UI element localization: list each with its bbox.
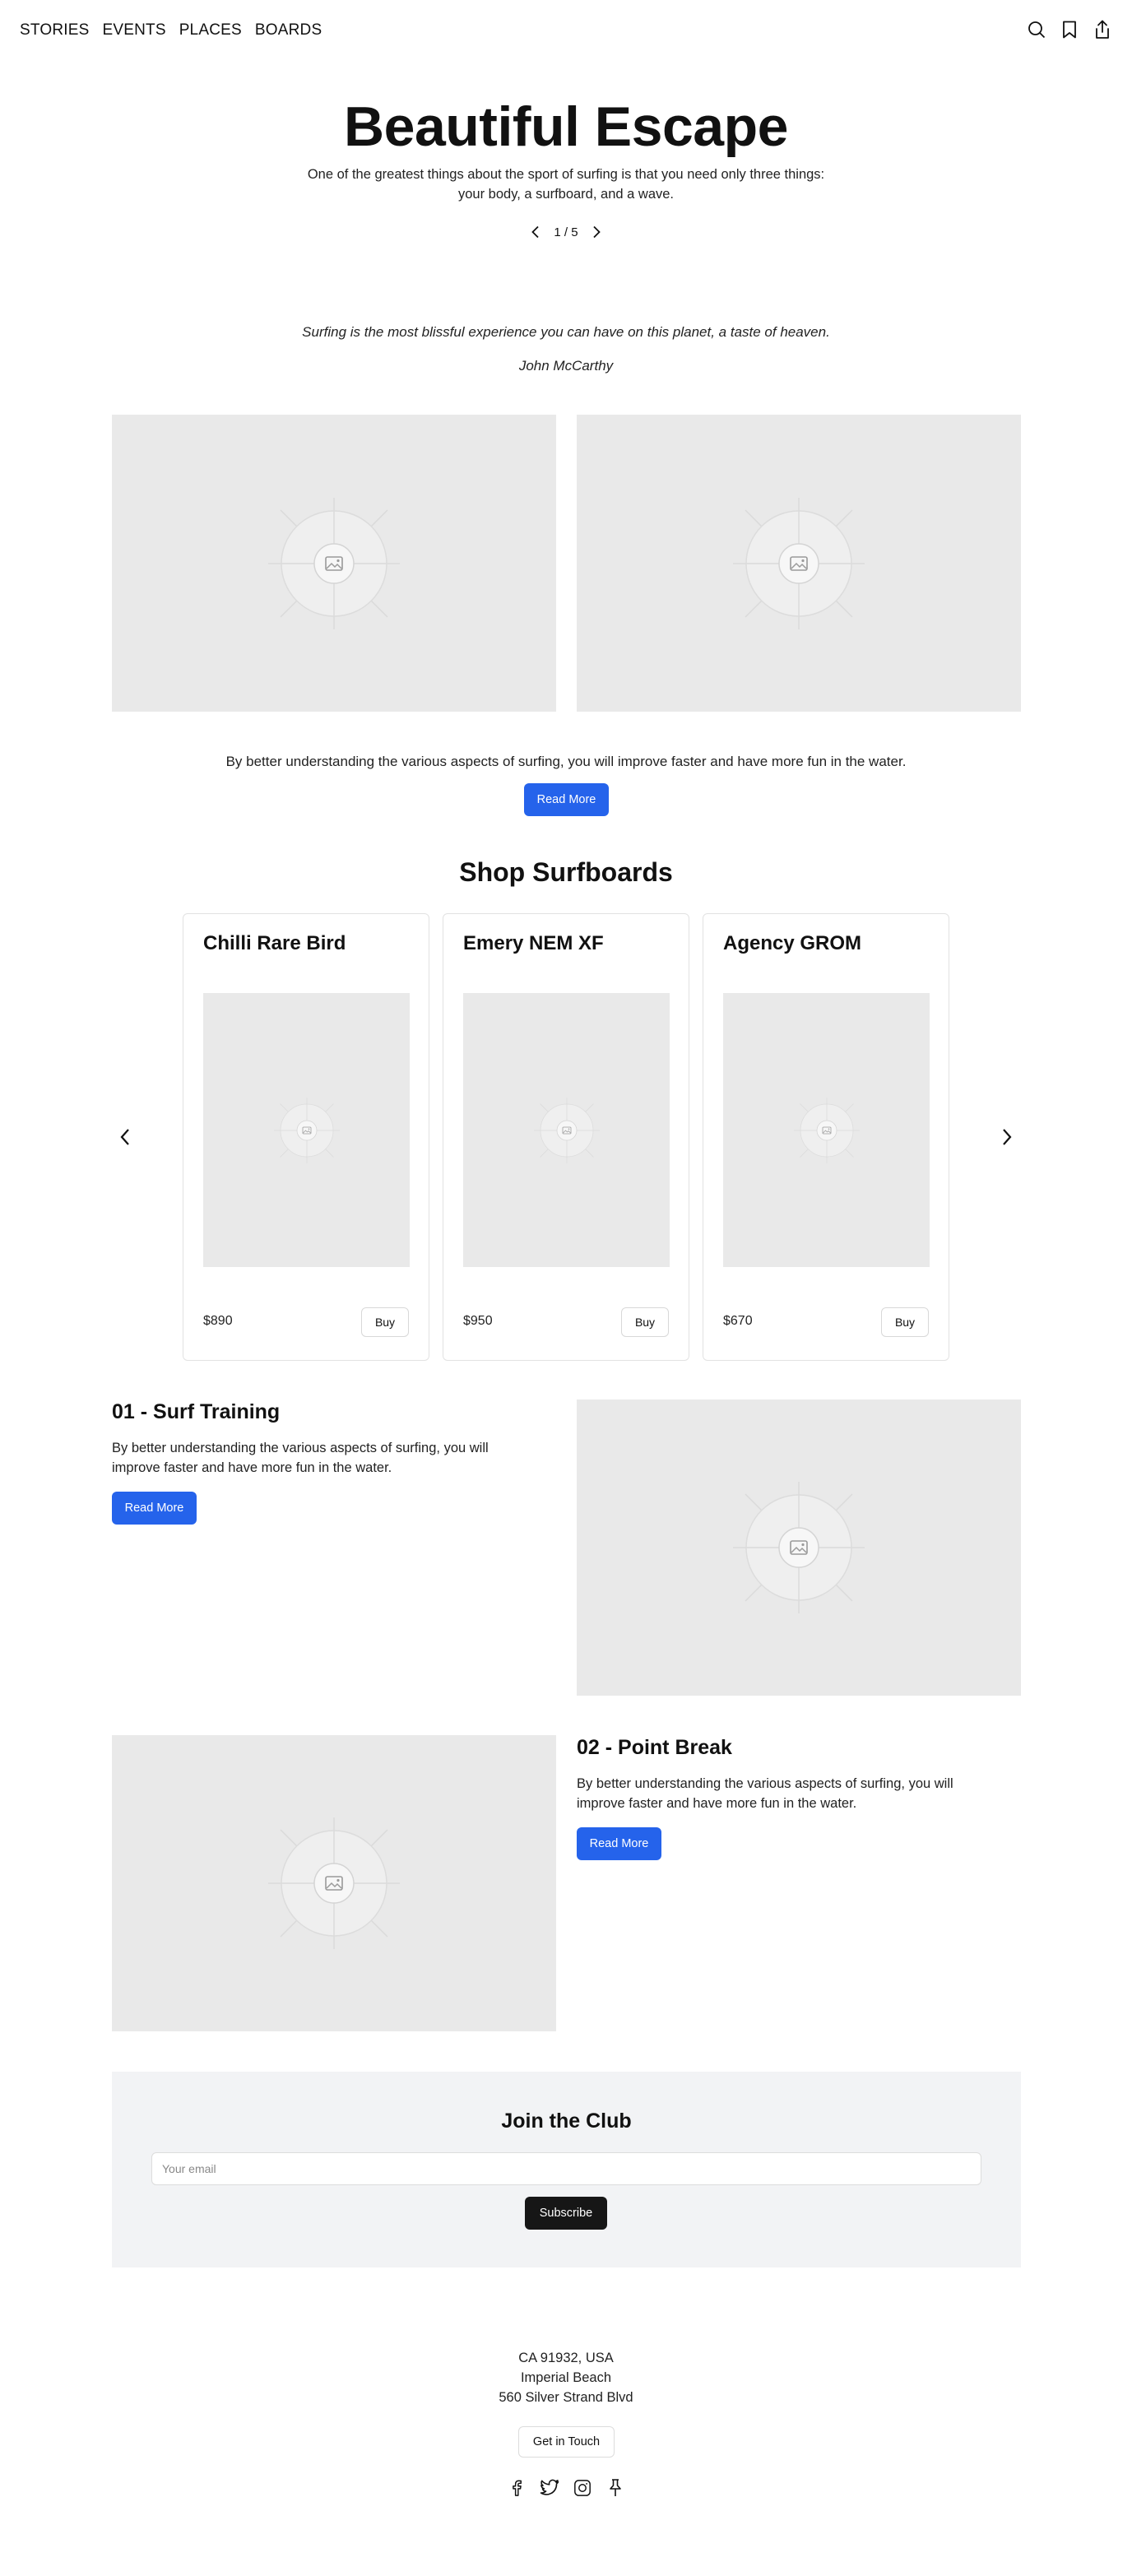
buy-button[interactable]: Buy — [621, 1307, 669, 1337]
get-in-touch-button[interactable]: Get in Touch — [518, 2426, 615, 2458]
hero-title: Beautiful Escape — [344, 95, 788, 158]
product-price: $950 — [463, 1314, 493, 1328]
nav-icons — [1027, 18, 1112, 41]
pin-icon[interactable] — [605, 2478, 625, 2498]
share-icon[interactable] — [1093, 18, 1112, 41]
footer-address-line: CA 91932, USA — [518, 2351, 614, 2365]
quote-text: Surfing is the most blissful experience … — [302, 324, 830, 340]
search-icon[interactable] — [1027, 18, 1046, 41]
hero-subtitle-line-1: One of the greatest things about the spo… — [307, 167, 825, 182]
feature-text-line: improve faster and have more fun in the … — [577, 1796, 857, 1811]
newsletter-title: Join the Club — [501, 2110, 632, 2133]
feature-text-line: improve faster and have more fun in the … — [112, 1460, 392, 1475]
product-card: Emery NEM XF $950 Buy — [443, 913, 689, 1361]
product-image — [723, 993, 930, 1267]
social-links — [0, 2478, 1132, 2498]
email-input[interactable] — [151, 2152, 981, 2185]
product-price: $670 — [723, 1314, 753, 1328]
image-placeholder — [577, 415, 1021, 712]
chevron-left-icon[interactable] — [114, 1126, 137, 1149]
buy-button[interactable]: Buy — [361, 1307, 409, 1337]
footer-address-line: 560 Silver Strand Blvd — [499, 2390, 633, 2405]
hero-subtitle: One of the greatest things about the spo… — [280, 165, 852, 204]
product-image — [463, 993, 670, 1267]
twitter-icon[interactable] — [540, 2478, 559, 2498]
image-placeholder — [112, 415, 556, 712]
top-navigation: STORIES EVENTS PLACES BOARDS — [0, 0, 1132, 61]
pager-count: 1 / 5 — [554, 225, 578, 239]
feature-title: 02 - Point Break — [577, 1736, 732, 1759]
shop-title: Shop Surfboards — [459, 857, 673, 887]
chevron-left-icon[interactable] — [527, 224, 544, 240]
footer-address-line: Imperial Beach — [520, 2370, 612, 2385]
product-card: Chilli Rare Bird $890 Buy — [183, 913, 429, 1361]
instagram-icon[interactable] — [573, 2478, 592, 2498]
hero-pager: 1 / 5 — [0, 224, 1132, 240]
nav-link-events[interactable]: EVENTS — [102, 21, 165, 39]
image-placeholder — [577, 1399, 1021, 1696]
image-placeholder-icon — [268, 497, 400, 629]
product-name: Agency GROM — [723, 932, 862, 954]
feature-text: By better understanding the various aspe… — [577, 1774, 1021, 1813]
bookmark-icon[interactable] — [1060, 18, 1079, 41]
blurb-text: By better understanding the various aspe… — [225, 754, 907, 769]
newsletter-section: Join the Club Subscribe — [112, 2072, 1021, 2267]
facebook-icon[interactable] — [507, 2478, 527, 2498]
nav-link-boards[interactable]: BOARDS — [255, 21, 322, 39]
chevron-right-icon[interactable] — [995, 1126, 1018, 1149]
subscribe-button[interactable]: Subscribe — [525, 2197, 607, 2230]
image-placeholder-icon — [733, 1482, 865, 1613]
image-placeholder-icon — [268, 1817, 400, 1949]
nav-link-places[interactable]: PLACES — [179, 21, 242, 39]
image-placeholder-icon — [533, 1097, 600, 1163]
feature-text: By better understanding the various aspe… — [112, 1438, 556, 1478]
buy-button[interactable]: Buy — [881, 1307, 929, 1337]
product-image — [203, 993, 410, 1267]
product-price: $890 — [203, 1314, 233, 1328]
feature-title: 01 - Surf Training — [112, 1400, 281, 1423]
nav-links: STORIES EVENTS PLACES BOARDS — [20, 21, 322, 39]
product-name: Chilli Rare Bird — [203, 932, 346, 954]
chevron-right-icon[interactable] — [588, 224, 605, 240]
product-card: Agency GROM $670 Buy — [703, 913, 949, 1361]
read-more-button[interactable]: Read More — [112, 1492, 197, 1525]
quote-author: John McCarthy — [518, 358, 614, 374]
image-placeholder — [112, 1735, 556, 2031]
image-placeholder-icon — [793, 1097, 860, 1163]
read-more-button[interactable]: Read More — [577, 1827, 661, 1860]
image-placeholder-icon — [733, 497, 865, 629]
feature-text-line: By better understanding the various aspe… — [112, 1441, 489, 1455]
nav-link-stories[interactable]: STORIES — [20, 21, 89, 39]
feature-text-line: By better understanding the various aspe… — [577, 1776, 953, 1791]
product-name: Emery NEM XF — [463, 932, 604, 954]
read-more-button[interactable]: Read More — [524, 783, 609, 816]
image-placeholder-icon — [273, 1097, 340, 1163]
hero-subtitle-line-2: your body, a surfboard, and a wave. — [457, 187, 675, 202]
